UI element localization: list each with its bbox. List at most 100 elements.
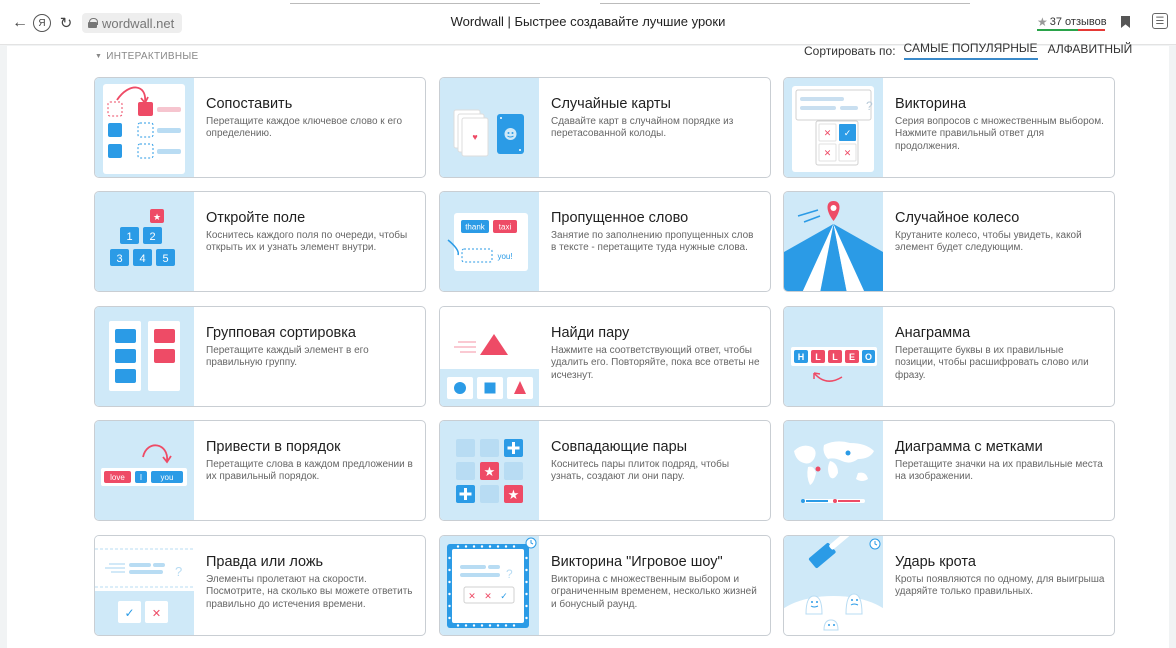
letter-tile: L bbox=[832, 352, 838, 362]
card-title: Привести в порядок bbox=[206, 439, 341, 455]
tab-divider bbox=[290, 3, 540, 4]
card-title: Случайные карты bbox=[551, 96, 671, 112]
template-card-quiz[interactable]: ? ✕ ✓ ✕ ✕ Викторина Серия вопросов с мно… bbox=[783, 77, 1115, 178]
svg-text:✓: ✓ bbox=[844, 128, 852, 138]
extension-icon[interactable]: ☰ bbox=[1152, 13, 1168, 29]
template-card-find-match[interactable]: Найди пару Нажмите на соответствующий от… bbox=[439, 306, 771, 407]
svg-text:✕: ✕ bbox=[468, 591, 476, 601]
svg-text:✕: ✕ bbox=[152, 608, 161, 620]
reviews-count: 37 отзывов bbox=[1049, 16, 1107, 28]
card-description: Сдавайте карт в случайном порядке из пер… bbox=[551, 116, 734, 140]
letter-tile: E bbox=[849, 352, 855, 362]
sort-popular[interactable]: САМЫЕ ПОПУЛЯРНЫЕ bbox=[903, 41, 1038, 60]
random-cards-thumbnail: ♥ bbox=[440, 78, 539, 177]
template-card-missing-word[interactable]: thank taxi you! Пропущенное слово Заняти… bbox=[439, 191, 771, 292]
card-description: Перетащите каждый элемент в его правильн… bbox=[206, 345, 369, 369]
svg-text:★: ★ bbox=[153, 212, 161, 222]
card-description: Занятие по заполнению пропущенных слов в… bbox=[551, 230, 754, 254]
template-card-gameshow-quiz[interactable]: ? ✕ ✕ ✓ Викторина "Игровое шоу" Викторин… bbox=[439, 535, 771, 636]
whack-a-mole-thumbnail bbox=[784, 536, 883, 635]
card-title: Откройте поле bbox=[206, 210, 306, 226]
svg-text:★: ★ bbox=[484, 464, 496, 479]
svg-text:✕: ✕ bbox=[824, 148, 832, 158]
yandex-icon[interactable]: Я bbox=[33, 14, 51, 32]
template-card-wheel[interactable]: Случайное колесо Крутаните колесо, чтобы… bbox=[783, 191, 1115, 292]
sort-bar: Сортировать по: САМЫЕ ПОПУЛЯРНЫЕ АЛФАВИТ… bbox=[804, 41, 1132, 60]
box-number: 2 bbox=[149, 231, 155, 243]
matching-pairs-thumbnail: ★ ★ bbox=[440, 421, 539, 520]
svg-text:✕: ✕ bbox=[484, 591, 492, 601]
card-description: Коснитесь пары плиток подряд, чтобы узна… bbox=[551, 459, 730, 483]
reload-icon[interactable]: ↻ bbox=[57, 14, 75, 32]
svg-text:✕: ✕ bbox=[844, 148, 852, 158]
svg-text:✕: ✕ bbox=[824, 128, 832, 138]
template-card-labelled-diagram[interactable]: Диаграмма с метками Перетащите значки на… bbox=[783, 420, 1115, 521]
sort-alphabetical[interactable]: АЛФАВИТНЫЙ bbox=[1048, 42, 1133, 59]
true-false-thumbnail: ? ✓ ✕ bbox=[95, 536, 194, 635]
address-bar[interactable]: wordwall.net bbox=[82, 13, 183, 33]
letter-tile: H bbox=[798, 352, 805, 362]
word-tile: thank bbox=[465, 223, 486, 232]
category-filter[interactable]: ▼ ИНТЕРАКТИВНЫЕ bbox=[95, 51, 199, 62]
word-tile: love bbox=[110, 473, 125, 482]
back-arrow-icon[interactable]: ← bbox=[11, 14, 29, 32]
svg-text:✓: ✓ bbox=[124, 606, 134, 620]
letter-tile: O bbox=[865, 352, 872, 362]
card-description: Перетащите буквы в их правильные позиции… bbox=[895, 345, 1089, 381]
card-description: Перетащите значки на их правильные места… bbox=[895, 459, 1103, 483]
anagram-thumbnail: H L L E O bbox=[784, 307, 883, 406]
find-match-thumbnail bbox=[440, 307, 539, 406]
card-title: Правда или ложь bbox=[206, 554, 324, 570]
template-card-matching-pairs[interactable]: ★ ★ Совпадающие пары Коснитесь пары плит… bbox=[439, 420, 771, 521]
template-card-whack-a-mole[interactable]: Ударь крота Кроты появляются по одному, … bbox=[783, 535, 1115, 636]
svg-text:?: ? bbox=[866, 99, 873, 113]
bookmark-icon[interactable] bbox=[1121, 16, 1130, 28]
reviews-rating-bar bbox=[1037, 29, 1105, 31]
card-title: Викторина "Игровое шоу" bbox=[551, 554, 723, 570]
template-card-open-box[interactable]: ★ 1 2 3 4 5 Откройте поле Коснитесь кажд… bbox=[94, 191, 426, 292]
template-card-match[interactable]: Сопоставить Перетащите каждое ключевое с… bbox=[94, 77, 426, 178]
missing-word-thumbnail: thank taxi you! bbox=[440, 192, 539, 291]
box-number: 3 bbox=[116, 253, 122, 265]
svg-text:?: ? bbox=[175, 564, 182, 579]
card-description: Перетащите каждое ключевое слово к его о… bbox=[206, 116, 403, 140]
box-number: 1 bbox=[126, 231, 132, 243]
card-title: Сопоставить bbox=[206, 96, 293, 112]
card-description: Кроты появляются по одному, для выигрыша… bbox=[895, 574, 1105, 598]
card-title: Групповая сортировка bbox=[206, 325, 356, 341]
url-text: wordwall.net bbox=[102, 15, 175, 31]
card-title: Совпадающие пары bbox=[551, 439, 688, 455]
card-description: Коснитесь каждого поля по очереди, чтобы… bbox=[206, 230, 408, 254]
svg-text:✓: ✓ bbox=[500, 591, 508, 601]
card-title: Викторина bbox=[895, 96, 967, 112]
gameshow-thumbnail: ? ✕ ✕ ✓ bbox=[440, 536, 539, 635]
caret-down-icon: ▼ bbox=[95, 53, 103, 60]
template-card-random-cards[interactable]: ♥ Случайные карты Сдавайте карт в случай… bbox=[439, 77, 771, 178]
template-card-anagram[interactable]: H L L E O Анаграмма Перетащите буквы в и… bbox=[783, 306, 1115, 407]
svg-text:♥: ♥ bbox=[472, 132, 477, 142]
card-description: Викторина с множественным выбором и огра… bbox=[551, 574, 757, 610]
svg-text:★: ★ bbox=[508, 487, 520, 502]
browser-toolbar: ← Я ↻ wordwall.net Wordwall | Быстрее со… bbox=[0, 0, 1176, 45]
word-tile: I bbox=[140, 473, 142, 482]
word-tile: you! bbox=[497, 252, 512, 261]
letter-tile: L bbox=[815, 352, 821, 362]
star-icon: ★ bbox=[1037, 15, 1048, 29]
card-description: Элементы пролетают на скорости. Посмотри… bbox=[206, 574, 413, 610]
labelled-diagram-thumbnail bbox=[784, 421, 883, 520]
card-title: Пропущенное слово bbox=[551, 210, 689, 226]
box-number: 4 bbox=[139, 253, 145, 265]
unjumble-thumbnail: love I you bbox=[95, 421, 194, 520]
card-title: Ударь крота bbox=[895, 554, 976, 570]
card-title: Анаграмма bbox=[895, 325, 971, 341]
card-description: Нажмите на соответствующий ответ, чтобы … bbox=[551, 345, 760, 381]
word-tile: you bbox=[161, 473, 174, 482]
template-card-true-false[interactable]: ? ✓ ✕ Правда или ложь Элементы пролетают… bbox=[94, 535, 426, 636]
card-title: Найди пару bbox=[551, 325, 630, 341]
template-card-group-sort[interactable]: Групповая сортировка Перетащите каждый э… bbox=[94, 306, 426, 407]
word-tile: taxi bbox=[499, 223, 512, 232]
template-card-unjumble[interactable]: love I you Привести в порядок Перетащите… bbox=[94, 420, 426, 521]
card-description: Серия вопросов с множественным выбором. … bbox=[895, 116, 1104, 152]
quiz-thumbnail: ? ✕ ✓ ✕ ✕ bbox=[784, 78, 883, 177]
card-title: Случайное колесо bbox=[895, 210, 1020, 226]
